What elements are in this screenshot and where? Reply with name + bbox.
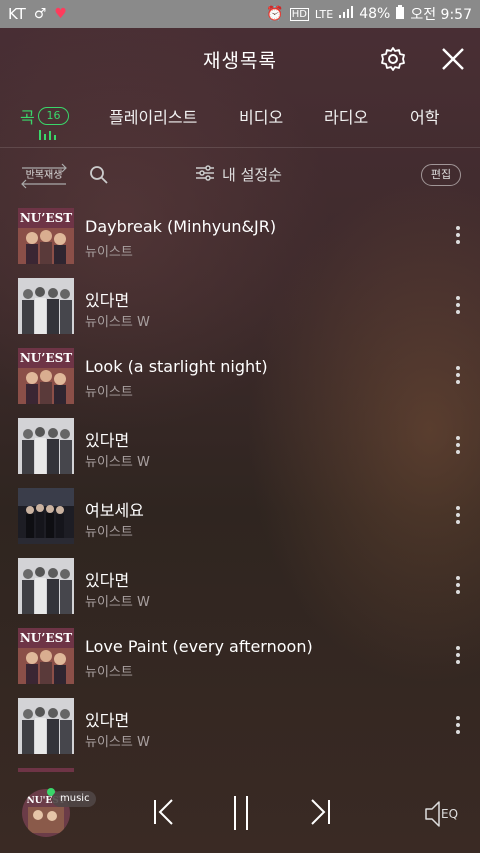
more-options-icon[interactable] [454, 226, 462, 248]
list-toolbar: 반복재생 내 설정순 편집 [0, 160, 480, 192]
battery-label: 48% [359, 6, 391, 22]
tab-label: 어학 [410, 108, 440, 127]
tab-video[interactable]: 비디오 [239, 104, 283, 128]
song-title: Daybreak (Minhyun&JR) [85, 217, 277, 236]
song-artist: 뉴이스트 W [85, 735, 150, 750]
battery-icon [396, 5, 405, 23]
next-track-icon[interactable] [308, 798, 332, 830]
album-art: NU’EST [18, 348, 74, 404]
more-options-icon[interactable] [454, 646, 462, 668]
song-row[interactable]: 있다면뉴이스트 W [0, 692, 480, 762]
album-art [18, 698, 74, 754]
album-art [18, 278, 74, 334]
music-badge: music [52, 791, 96, 807]
signal-icon [339, 6, 354, 22]
sliders-icon [196, 164, 214, 185]
carrier-label: KT [8, 5, 26, 23]
tab-label: 곡 [20, 108, 35, 127]
now-playing-equalizer-icon [39, 130, 56, 140]
song-artist: 뉴이스트 [85, 385, 133, 400]
gear-icon[interactable] [380, 46, 406, 72]
song-row[interactable]: 여보세요뉴이스트 [0, 482, 480, 552]
tab-label: 플레이리스트 [109, 108, 198, 127]
song-artist: 뉴이스트 [85, 665, 133, 680]
equalizer-button[interactable]: EQ [424, 800, 462, 832]
song-row[interactable]: 있다면뉴이스트 W [0, 552, 480, 622]
song-count-badge: 16 [38, 107, 69, 125]
song-row[interactable]: 있다면뉴이스트 W [0, 272, 480, 342]
svg-text:NU’EST: NU’EST [20, 351, 72, 365]
clock-label: 오전 9:57 [410, 7, 472, 23]
song-artist: 뉴이스트 W [85, 455, 150, 470]
song-list: NU’EST Daybreak (Minhyun&JR) 뉴이스트 있다면 뉴이스트 W… [0, 202, 480, 772]
song-row[interactable]: NU’EST Look (a starlight night) 뉴이스트 [0, 342, 480, 412]
song-title: 있다면 [85, 291, 130, 310]
song-title: 있다면 [85, 571, 130, 590]
more-options-icon[interactable] [454, 506, 462, 528]
network-label: LTE [314, 7, 334, 21]
song-artist: 뉴이스트 [85, 245, 133, 260]
album-art [18, 418, 74, 474]
more-options-icon[interactable] [454, 576, 462, 598]
pause-icon[interactable] [231, 794, 251, 836]
repeat-button[interactable]: 반복재생 [18, 162, 70, 190]
more-options-icon[interactable] [454, 716, 462, 738]
tab-playlist[interactable]: 플레이리스트 [109, 104, 197, 128]
alarm-icon: ⏰ [266, 6, 284, 22]
song-row-partial: NU’EST [0, 762, 480, 772]
more-options-icon[interactable] [454, 436, 462, 458]
more-options-icon[interactable] [454, 296, 462, 318]
previous-track-icon[interactable] [152, 798, 176, 830]
hd-icon: HD [289, 7, 309, 21]
song-row[interactable]: NU’EST Love Paint (every afternoon) 뉴이스트 [0, 622, 480, 692]
header: 재생목록 [0, 28, 480, 88]
repeat-label: 반복재생 [25, 170, 63, 181]
sort-label: 내 설정순 [222, 166, 282, 184]
song-title: 여보세요 [85, 501, 144, 520]
song-title: Love Paint (every afternoon) [85, 637, 313, 656]
status-bar: KT ♂ ♥ ⏰ HD LTE 48% 오전 9:57 [0, 0, 480, 28]
song-title: 있다면 [85, 711, 130, 730]
sort-button[interactable]: 내 설정순 [196, 164, 282, 185]
song-artist: 뉴이스트 W [85, 315, 150, 330]
song-title: Look (a starlight night) [85, 357, 268, 376]
svg-text:NU’EST: NU’EST [20, 211, 72, 225]
song-artist: 뉴이스트 [85, 525, 133, 540]
mini-player: NU'EST music EQ [0, 772, 480, 853]
eq-label: EQ [441, 807, 459, 821]
album-art [18, 558, 74, 614]
tab-songs[interactable]: 곡 [20, 104, 35, 128]
tab-label: 라디오 [324, 108, 369, 127]
more-options-icon[interactable] [454, 366, 462, 388]
album-art [18, 488, 74, 544]
edit-button[interactable]: 편집 [421, 164, 461, 186]
search-icon[interactable] [89, 165, 109, 185]
song-row[interactable]: 있다면뉴이스트 W [0, 412, 480, 482]
music-note-icon: ♂ [33, 6, 47, 22]
page-title: 재생목록 [203, 50, 277, 72]
tab-language[interactable]: 어학 [410, 104, 439, 128]
song-title: 있다면 [85, 431, 130, 450]
heart-icon: ♥ [54, 6, 67, 22]
svg-text:NU’EST: NU’EST [20, 631, 72, 645]
song-row[interactable]: NU’EST Daybreak (Minhyun&JR) 뉴이스트 [0, 202, 480, 272]
song-artist: 뉴이스트 W [85, 595, 150, 610]
album-art: NU’EST [18, 628, 74, 684]
album-art: NU’EST [18, 208, 74, 264]
tab-radio[interactable]: 라디오 [324, 104, 368, 128]
close-icon[interactable] [440, 46, 466, 72]
tab-bar: 곡 16 플레이리스트 비디오 라디오 어학 [0, 100, 480, 148]
tab-label: 비디오 [239, 108, 284, 127]
